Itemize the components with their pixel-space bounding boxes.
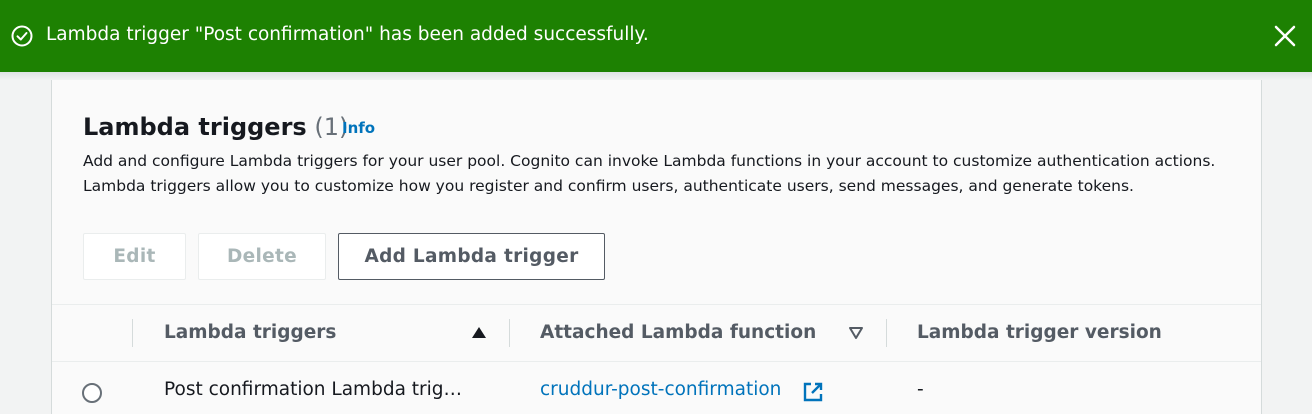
column-header-lambda-triggers[interactable]: Lambda triggers xyxy=(164,322,336,343)
table-header: Lambda triggers Attached Lambda function… xyxy=(52,304,1261,362)
column-header-attached-function[interactable]: Attached Lambda function xyxy=(540,322,816,343)
sort-ascending-icon[interactable] xyxy=(470,324,488,342)
edit-button[interactable]: Edit xyxy=(83,233,186,280)
panel-title-text: Lambda triggers xyxy=(83,113,307,141)
table-row[interactable]: Post confirmation Lambda trig… cruddur-p… xyxy=(52,363,1261,414)
sort-unsorted-icon[interactable] xyxy=(847,324,865,342)
panel-title: Lambda triggers (1) xyxy=(83,111,348,143)
panel-description: Add and configure Lambda triggers for yo… xyxy=(83,152,1216,195)
flash-shadow xyxy=(0,72,1312,80)
flash-message: Lambda trigger "Post confirmation" has b… xyxy=(46,24,649,45)
cell-trigger: Post confirmation Lambda trig… xyxy=(164,379,463,400)
column-header-trigger-version[interactable]: Lambda trigger version xyxy=(917,322,1162,343)
column-divider xyxy=(886,319,887,347)
info-link[interactable]: Info xyxy=(342,119,375,137)
column-divider xyxy=(132,319,133,347)
cell-function-link[interactable]: cruddur-post-confirmation xyxy=(540,379,781,400)
cell-version: - xyxy=(917,379,924,400)
lambda-triggers-panel: Lambda triggers (1) Info Add and configu… xyxy=(51,80,1262,414)
delete-button[interactable]: Delete xyxy=(198,233,326,280)
external-link-icon[interactable] xyxy=(802,381,824,403)
column-divider xyxy=(509,319,510,347)
close-icon[interactable] xyxy=(1270,21,1300,51)
row-select-radio[interactable] xyxy=(82,383,102,403)
success-flash-banner: Lambda trigger "Post confirmation" has b… xyxy=(0,0,1312,72)
success-check-circle-icon xyxy=(11,25,33,47)
add-lambda-trigger-button[interactable]: Add Lambda trigger xyxy=(338,233,605,280)
